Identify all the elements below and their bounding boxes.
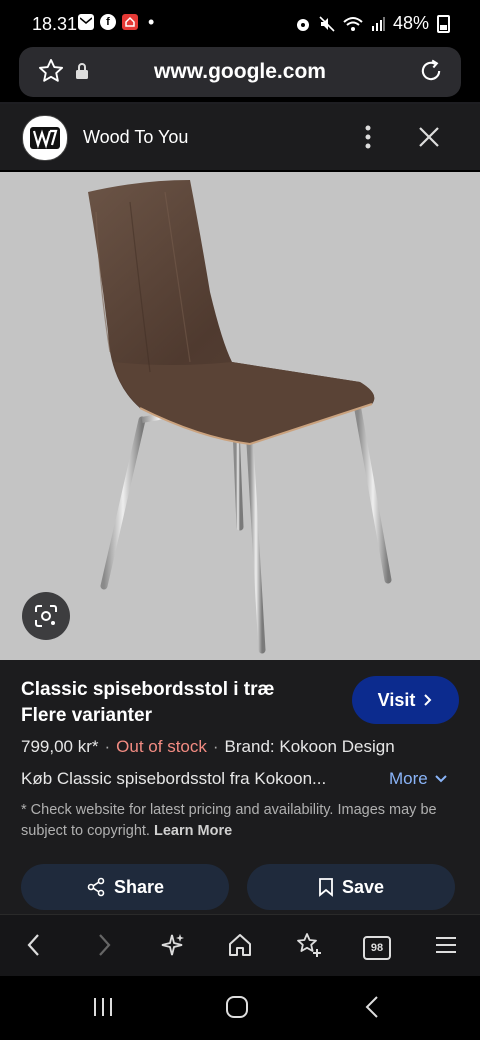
- status-bar: 18.31 f • 48%: [0, 0, 480, 48]
- lens-icon: [35, 605, 57, 627]
- bookmark-icon: [319, 878, 333, 897]
- status-notification-icons: f •: [78, 12, 155, 32]
- tab-count: 98: [370, 942, 384, 954]
- url-text[interactable]: www.google.com: [19, 60, 461, 84]
- mail-icon: [78, 14, 94, 30]
- back-icon[interactable]: [22, 931, 46, 959]
- chair-image: [88, 180, 392, 654]
- browser-bottom-nav: 98: [0, 914, 480, 977]
- site-header: Wood To You: [0, 104, 480, 170]
- product-subtitle: Flere varianter: [21, 705, 152, 726]
- separator-dot: ·: [212, 737, 219, 756]
- product-image[interactable]: [0, 172, 480, 660]
- system-nav-bar: [0, 976, 480, 1040]
- learn-more-link[interactable]: Learn More: [154, 823, 232, 839]
- facebook-icon: f: [100, 14, 116, 30]
- address-bar[interactable]: www.google.com: [19, 47, 461, 97]
- battery-percent: 48%: [392, 13, 429, 33]
- bookmark-add-icon[interactable]: [294, 931, 322, 959]
- site-name[interactable]: Wood To You: [83, 127, 188, 148]
- product-meta: 799,00 kr* · Out of stock · Brand: Kokoon De…: [21, 737, 395, 757]
- visit-button[interactable]: Visit: [352, 676, 459, 724]
- tabs-icon[interactable]: 98: [363, 936, 391, 960]
- product-title[interactable]: Classic spisebordsstol i træ: [21, 679, 274, 701]
- more-notifications-dot: •: [148, 12, 155, 32]
- mute-icon: [319, 15, 335, 32]
- more-label: More: [389, 769, 428, 788]
- status-time: 18.31: [32, 14, 78, 34]
- chevron-right-icon: [424, 694, 432, 706]
- google-lens-button[interactable]: [22, 592, 70, 640]
- separator-dot: ·: [104, 737, 111, 756]
- status-system-icons: 48%: [295, 13, 450, 34]
- signal-icon: [371, 16, 385, 31]
- disclaimer: * Check website for latest pricing and a…: [21, 800, 461, 842]
- reload-icon[interactable]: [417, 57, 445, 85]
- chevron-down-icon: [435, 775, 447, 783]
- forward-icon[interactable]: [92, 931, 116, 959]
- back-arrow-icon[interactable]: [364, 995, 380, 1019]
- product-description: Køb Classic spisebordsstol fra Kokoon...: [21, 769, 327, 788]
- site-logo[interactable]: [22, 115, 68, 161]
- share-button[interactable]: Share: [21, 864, 229, 910]
- more-options-icon[interactable]: [358, 122, 378, 152]
- stock-status: Out of stock: [116, 737, 207, 756]
- close-icon[interactable]: [418, 126, 440, 148]
- save-label: Save: [341, 876, 385, 897]
- home-app-icon: [122, 14, 138, 30]
- home-circle-icon[interactable]: [225, 995, 249, 1019]
- recents-icon[interactable]: [92, 996, 114, 1018]
- product-info-panel: Classic spisebordsstol i træ Flere varia…: [0, 660, 480, 914]
- save-button[interactable]: Save: [247, 864, 455, 910]
- share-label: Share: [113, 876, 165, 897]
- visit-label: Visit: [377, 689, 416, 710]
- brand: Brand: Kokoon Design: [224, 737, 395, 756]
- share-icon: [87, 877, 105, 897]
- price: 799,00 kr*: [21, 737, 99, 756]
- menu-icon[interactable]: [434, 931, 458, 959]
- alarm-icon: [296, 18, 309, 31]
- battery-icon: [437, 14, 450, 33]
- wifi-icon: [343, 16, 363, 31]
- sparkle-icon[interactable]: [158, 931, 186, 959]
- home-icon[interactable]: [226, 931, 254, 959]
- more-button[interactable]: More: [389, 769, 448, 789]
